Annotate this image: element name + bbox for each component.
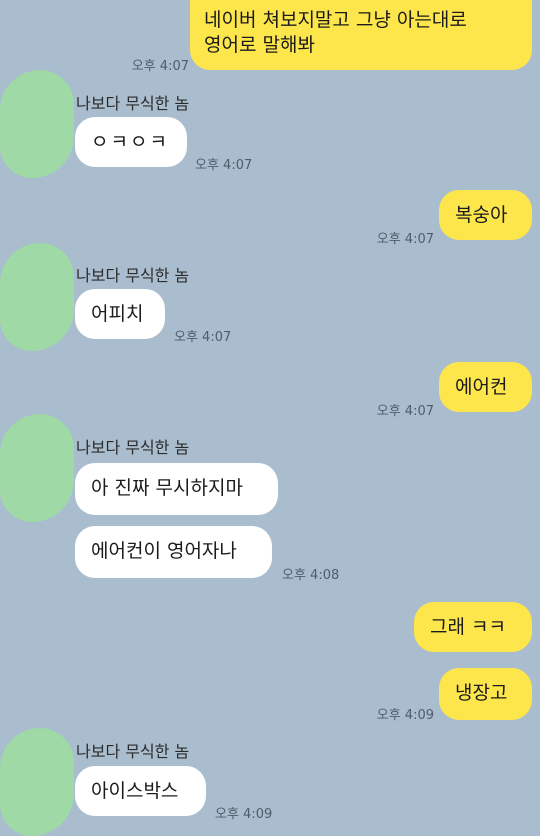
sender-name: 나보다 무식한 놈 (76, 742, 190, 761)
chat-log[interactable]: 네이버 쳐보지말고 그냥 아는대로 영어로 말해봐 오후 4:07 나보다 무식… (0, 0, 540, 836)
message-timestamp: 오후 4:09 (215, 807, 273, 822)
outgoing-message[interactable]: 에어컨 (439, 362, 532, 412)
incoming-message[interactable]: ㅇㅋㅇㅋ (75, 117, 187, 167)
incoming-message[interactable]: 에어컨이 영어자나 (75, 526, 272, 578)
outgoing-message[interactable]: 네이버 쳐보지말고 그냥 아는대로 영어로 말해봐 (190, 0, 532, 70)
outgoing-message[interactable]: 냉장고 (439, 668, 532, 720)
message-timestamp: 오후 4:09 (376, 708, 434, 723)
message-timestamp: 오후 4:08 (282, 568, 340, 583)
outgoing-message[interactable]: 그래 ㅋㅋ (414, 602, 532, 652)
sender-name: 나보다 무식한 놈 (76, 266, 190, 285)
profile-avatar[interactable] (0, 414, 74, 522)
incoming-message[interactable]: 아이스박스 (75, 766, 206, 816)
profile-avatar[interactable] (0, 243, 74, 351)
message-timestamp: 오후 4:07 (376, 404, 434, 419)
sender-name: 나보다 무식한 놈 (76, 94, 190, 113)
message-timestamp: 오후 4:07 (174, 330, 232, 345)
sender-name: 나보다 무식한 놈 (76, 438, 190, 457)
profile-avatar[interactable] (0, 70, 74, 178)
incoming-message[interactable]: 어피치 (75, 289, 165, 339)
message-timestamp: 오후 4:07 (195, 158, 253, 173)
incoming-message[interactable]: 아 진짜 무시하지마 (75, 463, 278, 515)
message-timestamp: 오후 4:07 (376, 232, 434, 247)
outgoing-message[interactable]: 복숭아 (439, 190, 532, 240)
message-timestamp: 오후 4:07 (131, 59, 189, 74)
